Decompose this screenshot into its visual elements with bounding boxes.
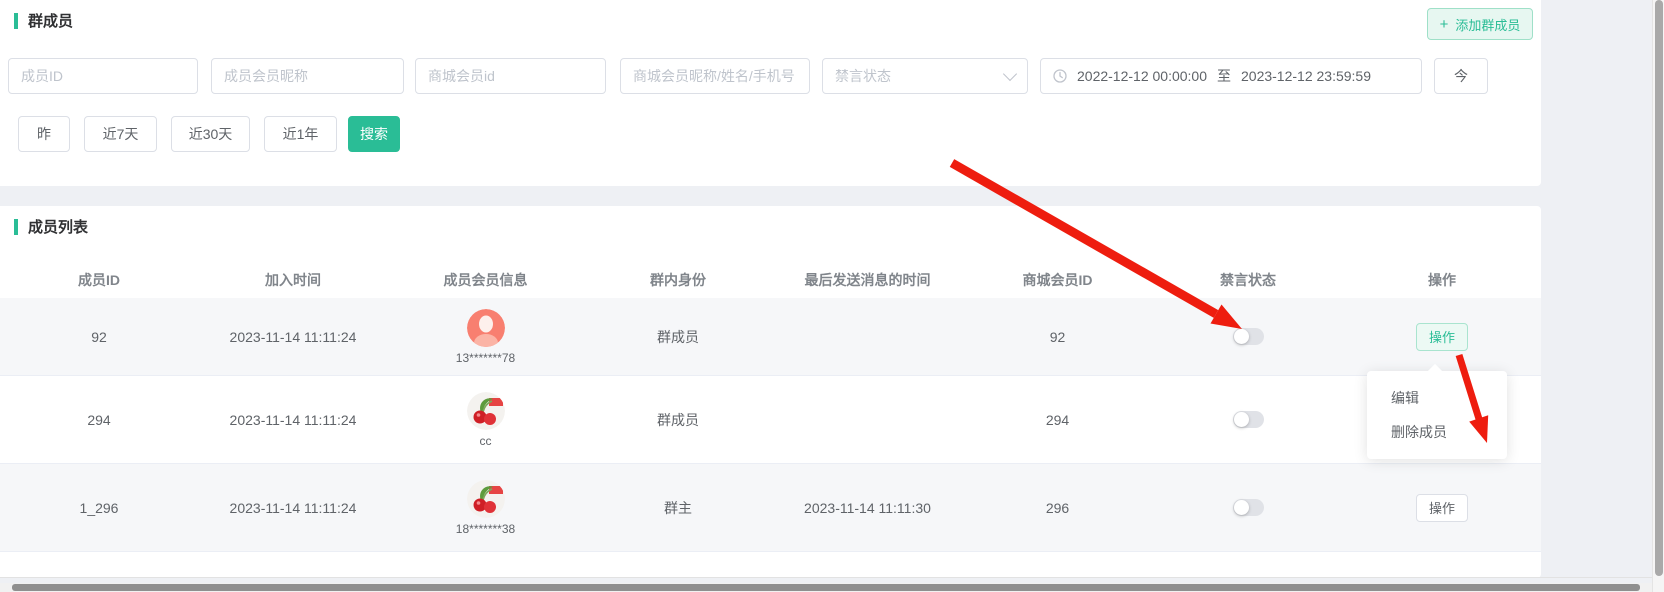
today-button[interactable]: 今: [1434, 58, 1488, 94]
cherries-avatar-image: [467, 480, 505, 518]
role-value: 群主: [583, 498, 773, 518]
col-last-message-time: 最后发送消息的时间: [773, 270, 962, 290]
row-action-button[interactable]: 操作: [1416, 323, 1468, 351]
join-time-value: 2023-11-14 11:11:24: [198, 412, 388, 428]
member-name: 13*******78: [456, 351, 515, 365]
table-body: 92 2023-11-14 11:11:24 13*******78 群成员 9…: [0, 298, 1541, 552]
quick-30days-button[interactable]: 近30天: [171, 116, 250, 152]
col-member-info: 成员会员信息: [388, 270, 583, 290]
mute-status-placeholder: 禁言状态: [835, 66, 1005, 86]
table-row: 1_296 2023-11-14 11:11:24 18*******38 群主: [0, 464, 1541, 552]
group-members-page: 群成员 + 添加群成员 禁言状态 2022-12-12 00:00:00 至 2…: [0, 0, 1664, 592]
chevron-down-icon: [1003, 66, 1017, 80]
title-accent-bar: [14, 219, 18, 235]
menu-item-delete-member[interactable]: 删除成员: [1367, 415, 1507, 449]
role-value: 群成员: [583, 327, 773, 347]
member-name: 18*******38: [456, 522, 515, 536]
join-time-value: 2023-11-14 11:11:24: [198, 500, 388, 516]
member-info-cell: cc: [388, 392, 583, 448]
date-range-picker[interactable]: 2022-12-12 00:00:00 至 2023-12-12 23:59:5…: [1040, 58, 1422, 94]
col-actions: 操作: [1343, 270, 1541, 290]
toggle-knob: [1234, 412, 1249, 427]
table-header-row: 成员ID 加入时间 成员会员信息 群内身份 最后发送消息的时间 商城会员ID 禁…: [0, 262, 1541, 299]
action-dropdown-menu: 编辑 删除成员: [1367, 371, 1507, 459]
members-section-title: 群成员: [14, 10, 73, 31]
search-button[interactable]: 搜索: [348, 116, 400, 152]
quick-yesterday-button[interactable]: 昨: [18, 116, 70, 152]
default-person-icon: [467, 309, 505, 347]
horizontal-scrollbar-thumb[interactable]: [12, 584, 1640, 591]
mall-member-id-value: 92: [962, 329, 1153, 345]
mall-member-id-value: 296: [962, 500, 1153, 516]
date-end-value: 2023-12-12 23:59:59: [1241, 68, 1371, 84]
member-id-input[interactable]: [8, 58, 198, 94]
mute-toggle[interactable]: [1233, 499, 1264, 516]
vertical-scrollbar: [1652, 0, 1664, 592]
list-title: 成员列表: [28, 216, 88, 237]
date-range-separator: 至: [1217, 66, 1231, 86]
mall-member-id-value: 294: [962, 412, 1153, 428]
cherries-avatar-image: [467, 392, 505, 430]
table-row: 294 2023-11-14 11:11:24 cc 群成员: [0, 376, 1541, 464]
col-group-role: 群内身份: [583, 270, 773, 290]
col-join-time: 加入时间: [198, 270, 388, 290]
mall-member-search-input[interactable]: [620, 58, 810, 94]
add-member-button[interactable]: + 添加群成员: [1427, 8, 1533, 40]
clock-icon: [1053, 69, 1067, 83]
member-id-value: 1_296: [0, 500, 198, 516]
mute-toggle[interactable]: [1233, 411, 1264, 428]
quick-1year-button[interactable]: 近1年: [264, 116, 337, 152]
add-member-label: 添加群成员: [1455, 15, 1520, 34]
member-info-cell: 18*******38: [388, 480, 583, 536]
toggle-knob: [1234, 500, 1249, 515]
divider: [0, 577, 1652, 578]
col-mall-member-id: 商城会员ID: [962, 270, 1153, 290]
col-member-id: 成员ID: [0, 270, 198, 290]
mall-member-id-input[interactable]: [415, 58, 606, 94]
menu-item-edit[interactable]: 编辑: [1367, 381, 1507, 415]
member-info-cell: 13*******78: [388, 309, 583, 365]
member-id-value: 294: [0, 412, 198, 428]
join-time-value: 2023-11-14 11:11:24: [198, 329, 388, 345]
member-name: cc: [480, 434, 492, 448]
mute-status-select[interactable]: 禁言状态: [822, 58, 1028, 94]
role-value: 群成员: [583, 410, 773, 430]
last-message-time-value: 2023-11-14 11:11:30: [773, 500, 962, 516]
table-row: 92 2023-11-14 11:11:24 13*******78 群成员 9…: [0, 298, 1541, 376]
plus-icon: +: [1440, 17, 1449, 32]
list-section-title: 成员列表: [14, 216, 88, 237]
member-nickname-input[interactable]: [211, 58, 404, 94]
row-action-button[interactable]: 操作: [1416, 494, 1468, 522]
toggle-knob: [1234, 329, 1249, 344]
vertical-scrollbar-thumb[interactable]: [1655, 0, 1663, 576]
filter-card: 群成员 + 添加群成员 禁言状态 2022-12-12 00:00:00 至 2…: [0, 0, 1541, 186]
member-list-card: 成员列表 成员ID 加入时间 成员会员信息 群内身份 最后发送消息的时间 商城会…: [0, 206, 1541, 578]
page-title: 群成员: [28, 10, 73, 31]
horizontal-scrollbar: [0, 583, 1652, 592]
date-start-value: 2022-12-12 00:00:00: [1077, 68, 1207, 84]
member-id-value: 92: [0, 329, 198, 345]
col-mute-status: 禁言状态: [1153, 270, 1343, 290]
quick-7days-button[interactable]: 近7天: [84, 116, 157, 152]
mute-toggle[interactable]: [1233, 328, 1264, 345]
title-accent-bar: [14, 13, 18, 29]
